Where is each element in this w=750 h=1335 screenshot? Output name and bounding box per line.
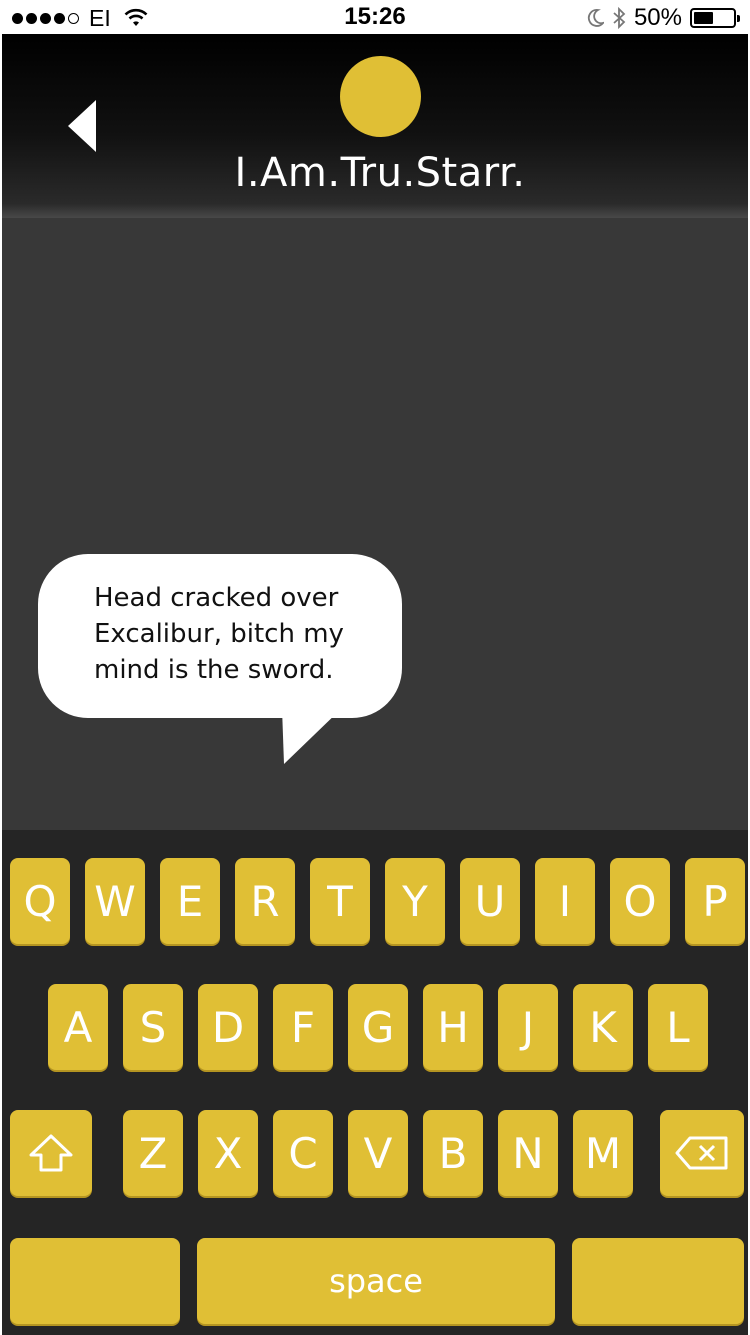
right-function-key[interactable] xyxy=(572,1238,744,1324)
key-k[interactable]: K xyxy=(573,984,633,1070)
key-z[interactable]: Z xyxy=(123,1110,183,1196)
shift-arrow-icon xyxy=(29,1134,73,1172)
key-l[interactable]: L xyxy=(648,984,708,1070)
key-o[interactable]: O xyxy=(610,858,670,944)
key-r[interactable]: R xyxy=(235,858,295,944)
key-x[interactable]: X xyxy=(198,1110,258,1196)
back-arrow-icon xyxy=(68,100,96,152)
backspace-key[interactable] xyxy=(660,1110,744,1196)
key-i[interactable]: I xyxy=(535,858,595,944)
speech-bubble: Head cracked over Excalibur, bitch my mi… xyxy=(38,554,402,718)
left-function-key[interactable] xyxy=(10,1238,180,1324)
backspace-icon xyxy=(675,1136,728,1170)
bluetooth-icon xyxy=(613,6,626,30)
key-e[interactable]: E xyxy=(160,858,220,944)
key-s[interactable]: S xyxy=(123,984,183,1070)
key-m[interactable]: M xyxy=(573,1110,633,1196)
page-title: I.Am.Tru.Starr. xyxy=(234,150,526,196)
status-bar: EI 15:26 50% xyxy=(0,0,750,34)
key-g[interactable]: G xyxy=(348,984,408,1070)
key-f[interactable]: F xyxy=(273,984,333,1070)
key-h[interactable]: H xyxy=(423,984,483,1070)
key-v[interactable]: V xyxy=(348,1110,408,1196)
message-text: Head cracked over Excalibur, bitch my mi… xyxy=(94,583,344,685)
key-p[interactable]: P xyxy=(685,858,745,944)
key-q[interactable]: Q xyxy=(10,858,70,944)
avatar[interactable] xyxy=(340,56,421,137)
key-c[interactable]: C xyxy=(273,1110,333,1196)
key-j[interactable]: J xyxy=(498,984,558,1070)
status-right: 50% xyxy=(586,4,740,32)
space-key[interactable]: space xyxy=(197,1238,555,1324)
key-a[interactable]: A xyxy=(48,984,108,1070)
battery-icon xyxy=(690,8,740,28)
app-screen: I.Am.Tru.Starr. Head cracked over Excali… xyxy=(2,34,748,1335)
bubble-tail xyxy=(282,708,342,764)
keyboard: Q W E R T Y U I O P A S D F G H J K L Z … xyxy=(2,830,748,1335)
battery-percent: 50% xyxy=(633,4,682,31)
chat-area: Head cracked over Excalibur, bitch my mi… xyxy=(2,218,748,830)
key-d[interactable]: D xyxy=(198,984,258,1070)
shift-key[interactable] xyxy=(10,1110,92,1196)
key-y[interactable]: Y xyxy=(385,858,445,944)
key-b[interactable]: B xyxy=(423,1110,483,1196)
moon-icon xyxy=(587,9,604,27)
back-button[interactable] xyxy=(66,98,106,154)
key-u[interactable]: U xyxy=(460,858,520,944)
key-w[interactable]: W xyxy=(85,858,145,944)
key-t[interactable]: T xyxy=(310,858,370,944)
chat-header: I.Am.Tru.Starr. xyxy=(2,34,748,218)
key-n[interactable]: N xyxy=(498,1110,558,1196)
